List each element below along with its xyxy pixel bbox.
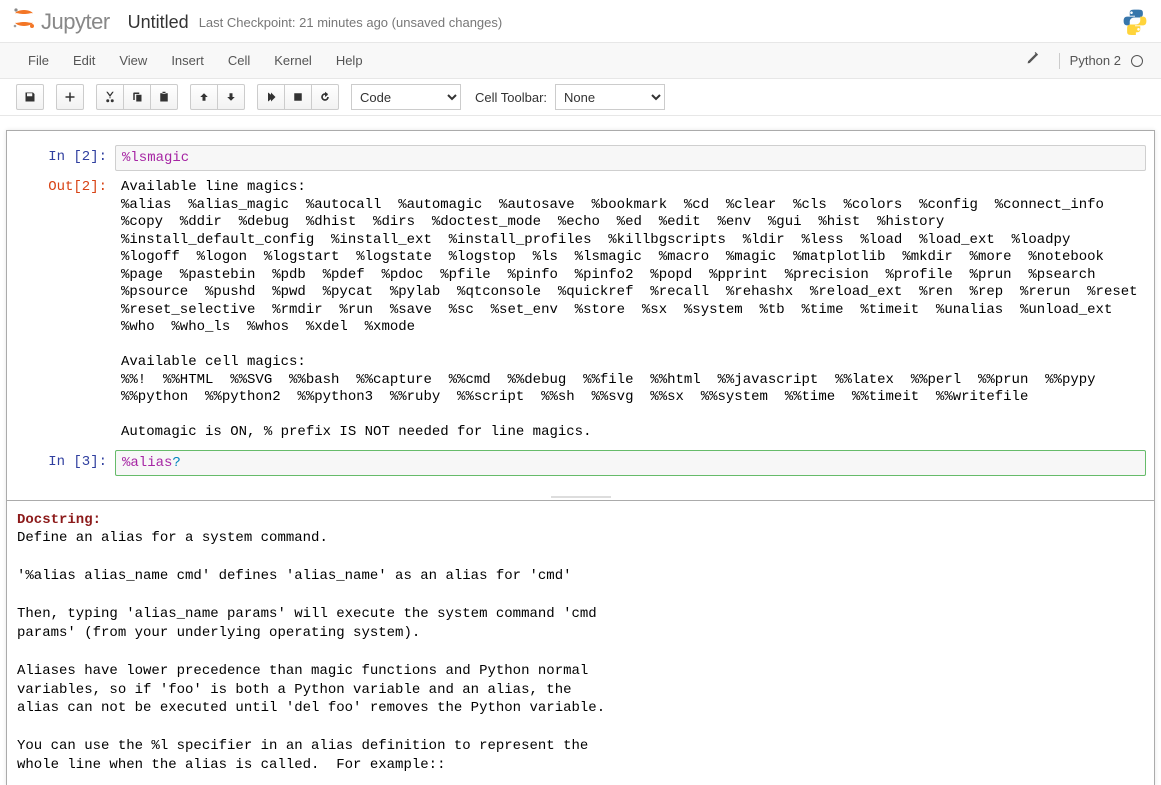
jupyter-logo[interactable]: Jupyter bbox=[12, 6, 110, 38]
cell-toolbar-label: Cell Toolbar: bbox=[475, 90, 547, 105]
input-area[interactable]: %alias? bbox=[115, 450, 1146, 476]
logo-text: Jupyter bbox=[41, 9, 110, 35]
logo-icon bbox=[12, 6, 36, 38]
menu-help[interactable]: Help bbox=[324, 47, 375, 74]
checkpoint-time: Last Checkpoint: 21 minutes ago bbox=[199, 15, 388, 30]
cell-area: In [2]: %lsmagic Out[2]: Available line … bbox=[7, 131, 1154, 494]
in-prompt: In [2]: bbox=[15, 145, 115, 171]
kernel-name: Python 2 bbox=[1070, 53, 1121, 68]
notebook-area: In [2]: %lsmagic Out[2]: Available line … bbox=[0, 116, 1161, 785]
header-bar: Jupyter Untitled Last Checkpoint: 21 min… bbox=[0, 0, 1161, 42]
save-button[interactable] bbox=[16, 84, 44, 110]
insert-cell-button[interactable] bbox=[56, 84, 84, 110]
menu-edit[interactable]: Edit bbox=[61, 47, 107, 74]
interrupt-button[interactable] bbox=[284, 84, 312, 110]
unsaved-text: (unsaved changes) bbox=[392, 15, 503, 30]
notebook-title[interactable]: Untitled bbox=[128, 12, 189, 33]
menu-file[interactable]: File bbox=[16, 47, 61, 74]
kernel-status: Python 2 bbox=[1025, 52, 1161, 69]
pager-heading: Docstring: bbox=[17, 512, 101, 528]
restart-button[interactable] bbox=[311, 84, 339, 110]
code-cell[interactable]: In [2]: %lsmagic bbox=[15, 145, 1146, 171]
cell-toolbar-select[interactable]: None bbox=[555, 84, 665, 110]
code-q: ? bbox=[172, 455, 180, 471]
menu-cell[interactable]: Cell bbox=[216, 47, 262, 74]
code-content: %lsmagic bbox=[122, 150, 189, 166]
run-button[interactable] bbox=[257, 84, 285, 110]
divider bbox=[1059, 53, 1060, 69]
in-prompt: In [3]: bbox=[15, 450, 115, 476]
menubar: File Edit View Insert Cell Kernel Help P… bbox=[0, 42, 1161, 79]
input-area[interactable]: %lsmagic bbox=[115, 145, 1146, 171]
menu-insert[interactable]: Insert bbox=[159, 47, 216, 74]
out-prompt: Out[2]: bbox=[15, 175, 115, 446]
menu-kernel[interactable]: Kernel bbox=[262, 47, 324, 74]
code-magic: %alias bbox=[122, 455, 172, 471]
code-cell-active[interactable]: In [3]: %alias? bbox=[15, 450, 1146, 476]
pager[interactable]: Docstring: Define an alias for a system … bbox=[7, 500, 1154, 785]
menu-view[interactable]: View bbox=[107, 47, 159, 74]
move-down-button[interactable] bbox=[217, 84, 245, 110]
cut-button[interactable] bbox=[96, 84, 124, 110]
toolbar: Code Cell Toolbar: None bbox=[0, 79, 1161, 116]
copy-button[interactable] bbox=[123, 84, 151, 110]
kernel-idle-icon bbox=[1131, 55, 1143, 67]
output-area: Available line magics: %alias %alias_mag… bbox=[115, 175, 1146, 446]
python-icon bbox=[1121, 7, 1149, 38]
move-up-button[interactable] bbox=[190, 84, 218, 110]
checkpoint-text: Last Checkpoint: 21 minutes ago (unsaved… bbox=[199, 15, 503, 30]
edit-mode-icon bbox=[1025, 52, 1039, 69]
cell-type-select[interactable]: Code bbox=[351, 84, 461, 110]
paste-button[interactable] bbox=[150, 84, 178, 110]
output-row: Out[2]: Available line magics: %alias %a… bbox=[15, 175, 1146, 446]
notebook-container: In [2]: %lsmagic Out[2]: Available line … bbox=[6, 130, 1155, 785]
